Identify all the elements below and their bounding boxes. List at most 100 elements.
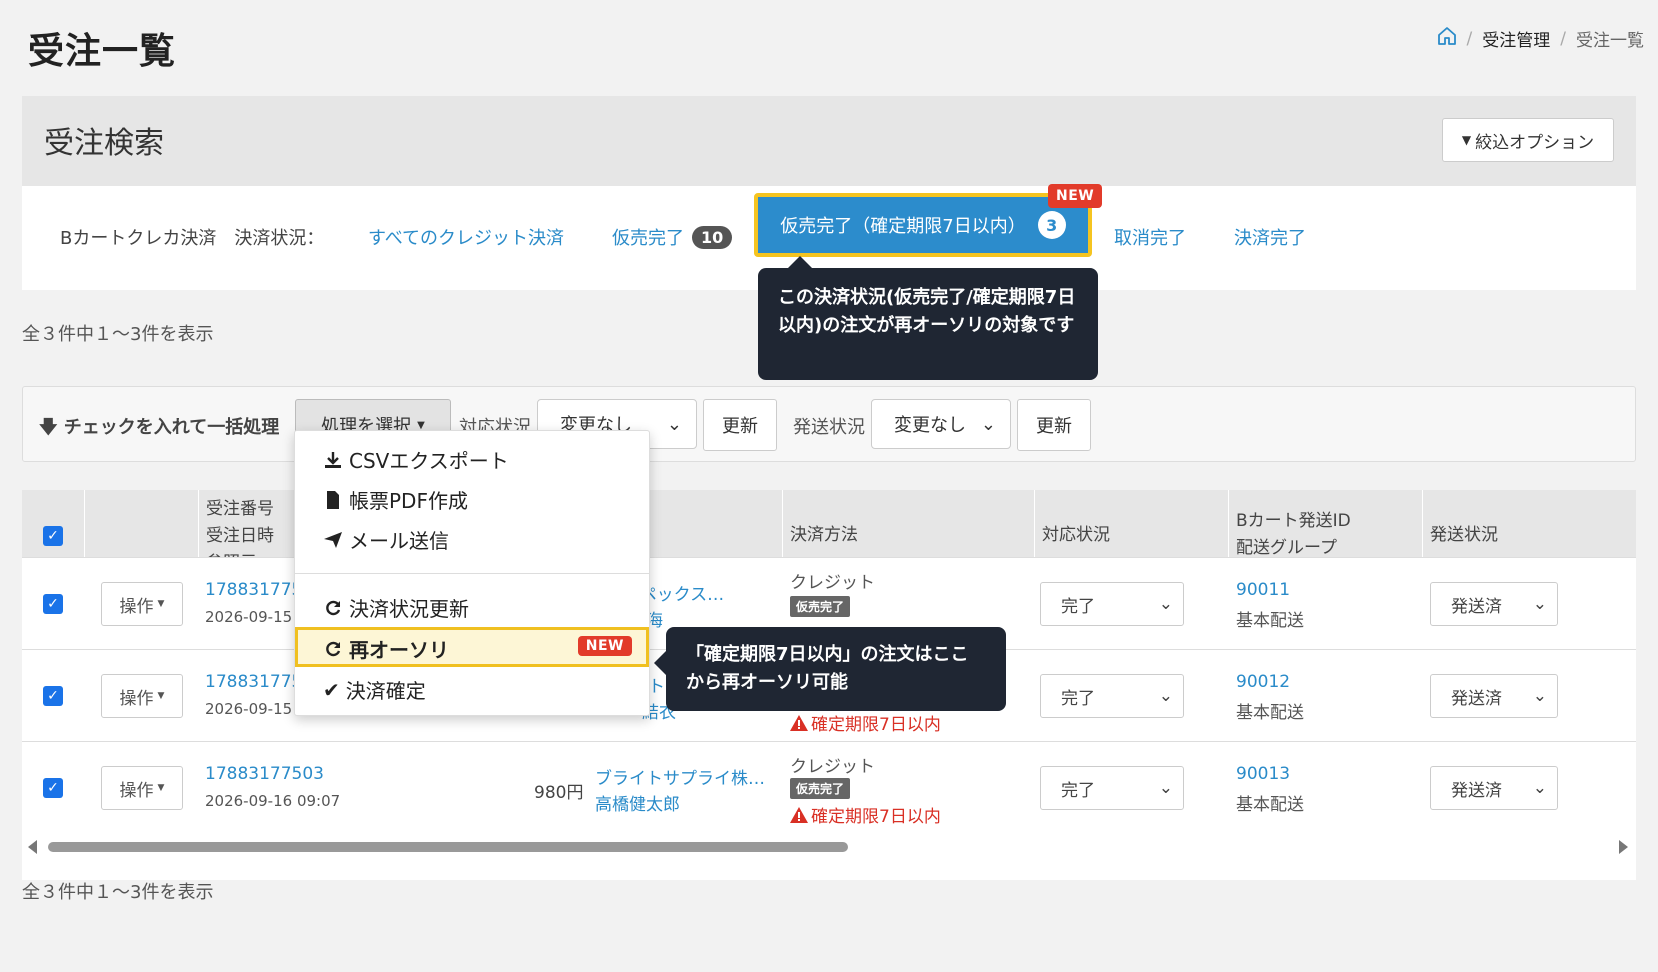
order-number-link[interactable]: 17883177503 bbox=[205, 764, 324, 784]
menu-item-status-update[interactable]: 決済状況更新 bbox=[323, 593, 469, 622]
status-active-label: 仮売完了（確定期限7日以内） bbox=[780, 216, 1026, 237]
response-update-button[interactable]: 更新 bbox=[703, 399, 777, 451]
row-response-select[interactable]: 完了 ⌄ bbox=[1040, 674, 1184, 718]
caret-down-icon: ▼ bbox=[417, 419, 425, 431]
operation-button[interactable]: 操作 ▼ bbox=[101, 582, 183, 626]
chevron-down-icon: ⌄ bbox=[1158, 686, 1173, 706]
breadcrumb: / 受注管理 / 受注一覧 bbox=[1437, 26, 1644, 51]
table-row: ✓ 操作 ▼ 17883177503 2026-09-16 09:07 980円 … bbox=[22, 741, 1636, 835]
menu-item-label: 帳票PDF作成 bbox=[349, 489, 468, 513]
new-badge: NEW bbox=[1048, 184, 1103, 208]
breadcrumb-order-management[interactable]: 受注管理 bbox=[1482, 26, 1550, 51]
caret-down-icon: ▼ bbox=[157, 599, 165, 609]
operation-button[interactable]: 操作 ▼ bbox=[101, 766, 183, 810]
row-response-value: 完了 bbox=[1061, 780, 1095, 801]
bcart-id-link[interactable]: 90012 bbox=[1236, 672, 1290, 692]
person-link[interactable]: 高橋健太郎 bbox=[595, 790, 680, 815]
status-link-settled[interactable]: 決済完了 bbox=[1234, 224, 1306, 250]
header-response: 対応状況 bbox=[1042, 525, 1110, 545]
row-shipping-select[interactable]: 発送済 ⌄ bbox=[1430, 674, 1558, 718]
status-link-all[interactable]: すべてのクレジット決済 bbox=[368, 224, 564, 250]
menu-divider bbox=[295, 573, 649, 574]
chevron-down-icon: ⌄ bbox=[980, 413, 996, 435]
chevron-down-icon: ⌄ bbox=[1532, 594, 1547, 614]
refresh-icon bbox=[326, 641, 341, 656]
shipping-update-button[interactable]: 更新 bbox=[1017, 399, 1091, 451]
count-badge: 3 bbox=[1037, 211, 1066, 239]
warning-icon bbox=[790, 806, 808, 823]
order-date: 2026-09-15 1 bbox=[205, 608, 307, 626]
bulk-label: 🡇 チェックを入れて一括処理 bbox=[39, 413, 279, 445]
home-icon[interactable] bbox=[1437, 26, 1457, 51]
payment-status: 仮売完了 bbox=[790, 778, 851, 799]
header-bcart-id: Bカート発送ID bbox=[1236, 511, 1351, 531]
bulk-label-text: チェックを入れて一括処理 bbox=[63, 417, 280, 438]
company-link[interactable]: ト bbox=[648, 672, 665, 697]
menu-item-settle[interactable]: ✔ 決済確定 bbox=[323, 675, 426, 704]
bulk-action-menu: CSVエクスポート 帳票PDF作成 メール送信 決済状況更新 再オーソリ NEW… bbox=[294, 430, 650, 716]
status-tooltip: この決済状況(仮売完了/確定期限7日以内)の注文が再オーソリの対象です bbox=[758, 256, 1098, 380]
row-shipping-select[interactable]: 発送済 ⌄ bbox=[1430, 766, 1558, 810]
warning-icon bbox=[790, 714, 808, 731]
payment-status: 仮売完了 bbox=[790, 596, 851, 617]
search-header: 受注検索 ▼ 絞込オプション bbox=[22, 96, 1636, 186]
result-count-bottom: 全３件中１～3件を表示 bbox=[22, 882, 214, 903]
payment-status-badge: 仮売完了 bbox=[790, 778, 851, 799]
chevron-down-icon: ⌄ bbox=[1532, 778, 1547, 798]
select-all-checkbox[interactable]: ✓ bbox=[43, 526, 63, 546]
status-link-provisional-7days[interactable]: 仮売完了（確定期限7日以内） 3 bbox=[754, 193, 1092, 257]
row-response-value: 完了 bbox=[1061, 688, 1095, 709]
scroll-left-icon[interactable] bbox=[28, 840, 37, 854]
filter-options-label: 絞込オプション bbox=[1475, 132, 1595, 153]
deadline-warning-text: 確定期限7日以内 bbox=[811, 807, 941, 827]
horizontal-scrollbar[interactable] bbox=[22, 836, 1636, 858]
operation-button[interactable]: 操作 ▼ bbox=[101, 674, 183, 718]
shipping-status-select[interactable]: 変更なし ⌄ bbox=[871, 399, 1011, 449]
menu-item-csv-export[interactable]: CSVエクスポート bbox=[323, 445, 509, 474]
file-icon bbox=[327, 490, 339, 509]
row-response-value: 完了 bbox=[1061, 596, 1095, 617]
menu-item-label: 再オーソリ bbox=[349, 638, 449, 662]
download-icon bbox=[325, 451, 341, 468]
deadline-warning-text: 確定期限7日以内 bbox=[811, 715, 941, 735]
row-shipping-value: 発送済 bbox=[1451, 596, 1502, 617]
caret-down-icon: ▼ bbox=[1461, 133, 1472, 147]
row-response-select[interactable]: 完了 ⌄ bbox=[1040, 766, 1184, 810]
status-link-cancel[interactable]: 取消完了 bbox=[1114, 224, 1186, 250]
bcart-id-link[interactable]: 90013 bbox=[1236, 764, 1290, 784]
scroll-right-icon[interactable] bbox=[1619, 840, 1628, 854]
breadcrumb-current: 受注一覧 bbox=[1576, 31, 1644, 51]
header-bcart: Bカート発送ID 配送グループ bbox=[1236, 508, 1351, 562]
order-date: 2026-09-16 09:07 bbox=[205, 792, 341, 810]
payment-method: クレジット bbox=[790, 757, 875, 777]
row-checkbox[interactable]: ✓ bbox=[43, 778, 63, 798]
scrollbar-thumb[interactable] bbox=[48, 842, 848, 852]
order-date: 2026-09-15 1 bbox=[205, 700, 307, 718]
row-checkbox[interactable]: ✓ bbox=[43, 594, 63, 614]
delivery-group: 基本配送 bbox=[1236, 611, 1304, 631]
row-checkbox[interactable]: ✓ bbox=[43, 686, 63, 706]
page-title: 受注一覧 bbox=[28, 31, 177, 72]
row-response-select[interactable]: 完了 ⌄ bbox=[1040, 582, 1184, 626]
header-order-date: 受注日時 bbox=[206, 526, 274, 546]
breadcrumb-separator: / bbox=[1466, 28, 1473, 49]
chevron-down-icon: ⌄ bbox=[1532, 686, 1547, 706]
company-link[interactable]: ブライトサプライ株… bbox=[595, 764, 765, 789]
bulk-action-bar: 🡇 チェックを入れて一括処理 処理を選択 ▼ 対応状況 変更なし ⌄ 更新 発送… bbox=[22, 386, 1636, 462]
deadline-warning: 確定期限7日以内 bbox=[790, 802, 941, 827]
filter-options-button[interactable]: ▼ 絞込オプション bbox=[1442, 118, 1614, 162]
menu-item-pdf[interactable]: 帳票PDF作成 bbox=[323, 485, 468, 514]
menu-item-label: 決済確定 bbox=[345, 679, 426, 703]
arrow-down-icon: 🡇 bbox=[39, 417, 58, 438]
payment-status-badge: 仮売完了 bbox=[790, 596, 851, 617]
menu-item-reauth[interactable]: 再オーソリ NEW bbox=[295, 627, 649, 667]
search-title: 受注検索 bbox=[44, 126, 164, 161]
chevron-down-icon: ⌄ bbox=[666, 413, 682, 435]
shipping-status-label: 発送状況 bbox=[793, 417, 865, 438]
row-shipping-select[interactable]: 発送済 ⌄ bbox=[1430, 582, 1558, 626]
reauth-tooltip: 「確定期限7日以内」の注文はここから再オーソリ可能 bbox=[654, 627, 1006, 711]
row-shipping-value: 発送済 bbox=[1451, 688, 1502, 709]
menu-item-mail[interactable]: メール送信 bbox=[323, 525, 449, 554]
bcart-id-link[interactable]: 90011 bbox=[1236, 580, 1290, 600]
status-link-provisional[interactable]: 仮売完了 10 bbox=[612, 224, 733, 250]
